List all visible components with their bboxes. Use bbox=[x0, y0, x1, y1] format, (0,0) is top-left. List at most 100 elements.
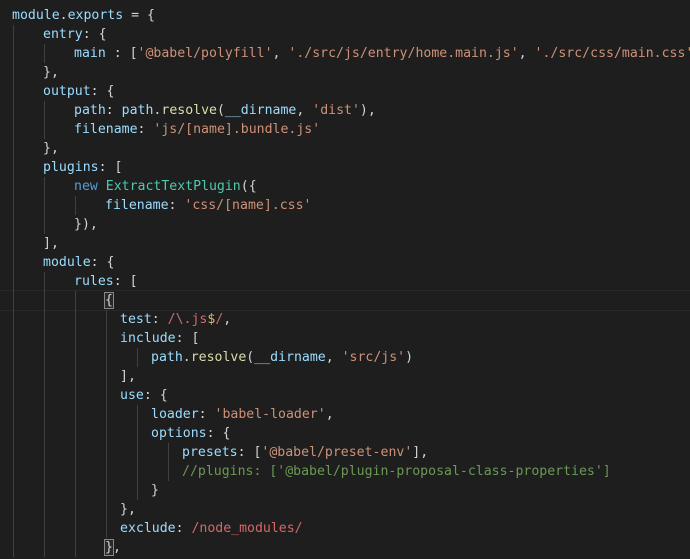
code-token: exclude bbox=[120, 521, 176, 536]
indent-guide bbox=[44, 538, 45, 557]
code-token: '@babel/preset-env' bbox=[261, 445, 413, 460]
code-token: : bbox=[105, 103, 122, 118]
current-line-highlight bbox=[0, 290, 690, 311]
code-token: 'js/[name].bundle.js' bbox=[153, 122, 321, 137]
code-token: : bbox=[198, 407, 215, 422]
code-token: : [ bbox=[113, 274, 138, 289]
code-line[interactable]: }, bbox=[43, 63, 59, 82]
code-line[interactable]: module: { bbox=[43, 253, 114, 272]
indent-guide bbox=[106, 386, 107, 405]
code-token: new bbox=[74, 179, 106, 194]
code-token: : bbox=[168, 198, 185, 213]
code-line[interactable]: path: path.resolve(__dirname, 'dist'), bbox=[74, 101, 376, 120]
indent-guide bbox=[137, 424, 138, 443]
code-line[interactable]: }, bbox=[104, 538, 121, 557]
code-token: entry bbox=[43, 27, 83, 42]
indent-guide bbox=[13, 196, 14, 215]
code-token: , bbox=[325, 407, 334, 422]
code-line[interactable]: }), bbox=[74, 215, 98, 234]
indent-guide bbox=[106, 443, 107, 462]
indent-guide bbox=[13, 310, 14, 329]
code-line[interactable]: filename: 'css/[name].css' bbox=[105, 196, 311, 215]
indent-guide bbox=[75, 367, 76, 386]
code-line[interactable]: ], bbox=[43, 234, 59, 253]
indent-guide bbox=[137, 348, 138, 367]
code-editor[interactable]: module.exports = {entry: {main : ['@babe… bbox=[0, 0, 690, 559]
indent-guide bbox=[75, 405, 76, 424]
code-token: }, bbox=[43, 65, 59, 80]
code-line[interactable]: path.resolve(__dirname, 'src/js') bbox=[151, 348, 413, 367]
indent-guide bbox=[168, 462, 169, 481]
indent-guide bbox=[106, 367, 107, 386]
indent-guide bbox=[44, 462, 45, 481]
code-token: , bbox=[518, 46, 535, 61]
code-token: : { bbox=[82, 27, 107, 42]
indent-guide bbox=[75, 329, 76, 348]
indent-guide bbox=[75, 348, 76, 367]
code-token: : bbox=[151, 312, 168, 327]
indent-guide bbox=[13, 348, 14, 367]
code-line[interactable]: rules: [ bbox=[74, 272, 138, 291]
code-token: module bbox=[43, 255, 91, 270]
code-line[interactable]: }, bbox=[120, 500, 136, 519]
code-token: rules bbox=[74, 274, 114, 289]
indent-guide bbox=[75, 291, 76, 310]
code-token: js bbox=[191, 312, 208, 327]
code-token: : [ bbox=[105, 46, 138, 61]
code-line[interactable]: main : ['@babel/polyfill', './src/js/ent… bbox=[74, 44, 690, 63]
code-token: loader bbox=[151, 407, 199, 422]
code-line[interactable]: new ExtractTextPlugin({ bbox=[74, 177, 257, 196]
indent-guide bbox=[13, 63, 14, 82]
code-token: use bbox=[120, 388, 144, 403]
code-token: }, bbox=[120, 502, 136, 517]
code-line[interactable]: filename: 'js/[name].bundle.js' bbox=[74, 120, 320, 139]
indent-guide bbox=[44, 348, 45, 367]
code-token: '@babel/polyfill' bbox=[137, 46, 273, 61]
indent-guide bbox=[13, 481, 14, 500]
code-token: , bbox=[112, 540, 121, 555]
indent-guide bbox=[44, 405, 45, 424]
indent-guide bbox=[13, 272, 14, 291]
indent-guide bbox=[13, 158, 14, 177]
code-token: }, bbox=[43, 141, 59, 156]
indent-guide bbox=[106, 481, 107, 500]
code-token: . bbox=[59, 8, 68, 23]
code-line[interactable]: output: { bbox=[43, 82, 114, 101]
code-token: ( bbox=[216, 103, 225, 118]
code-token: plugins bbox=[43, 160, 99, 175]
code-token: include bbox=[120, 331, 176, 346]
indent-guide bbox=[168, 443, 169, 462]
indent-guide bbox=[44, 310, 45, 329]
code-line[interactable]: options: { bbox=[151, 424, 230, 443]
code-token: , bbox=[272, 46, 289, 61]
code-line[interactable]: } bbox=[151, 481, 159, 500]
code-token: exports bbox=[67, 8, 124, 23]
code-line[interactable]: exclude: /node_modules/ bbox=[120, 519, 303, 538]
code-line[interactable]: ], bbox=[120, 367, 136, 386]
indent-guide bbox=[44, 272, 45, 291]
code-line[interactable]: presets: ['@babel/preset-env'], bbox=[182, 443, 428, 462]
indent-guide bbox=[106, 310, 107, 329]
code-line[interactable]: { bbox=[104, 291, 114, 310]
code-line[interactable]: module.exports = { bbox=[12, 6, 155, 25]
indent-guide bbox=[44, 177, 45, 196]
code-line[interactable]: loader: 'babel-loader', bbox=[151, 405, 334, 424]
indent-guide bbox=[106, 405, 107, 424]
code-token: 'babel-loader' bbox=[214, 407, 326, 422]
code-line[interactable]: }, bbox=[43, 139, 59, 158]
indent-guide bbox=[75, 538, 76, 557]
indent-guide bbox=[13, 405, 14, 424]
code-token: , bbox=[325, 350, 342, 365]
code-line[interactable]: //plugins: ['@babel/plugin-proposal-clas… bbox=[182, 462, 611, 481]
code-line[interactable]: test: /\.js$/, bbox=[120, 310, 231, 329]
code-line[interactable]: use: { bbox=[120, 386, 168, 405]
indent-guide bbox=[44, 329, 45, 348]
code-token: './src/css/main.css' bbox=[534, 46, 690, 61]
indent-guide bbox=[137, 443, 138, 462]
code-token: presets bbox=[182, 445, 238, 460]
code-line[interactable]: include: [ bbox=[120, 329, 199, 348]
code-line[interactable]: entry: { bbox=[43, 25, 107, 44]
indent-guide bbox=[44, 443, 45, 462]
code-token: options bbox=[151, 426, 207, 441]
code-line[interactable]: plugins: [ bbox=[43, 158, 122, 177]
